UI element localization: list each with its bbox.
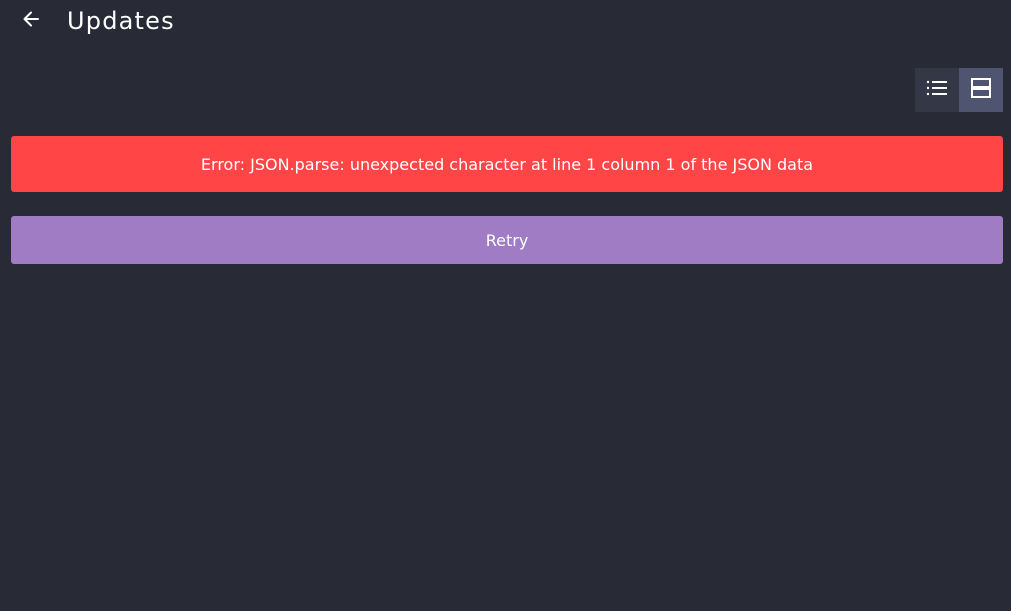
list-icon (926, 79, 948, 101)
card-view-button[interactable] (959, 68, 1003, 112)
error-message: Error: JSON.parse: unexpected character … (11, 136, 1003, 192)
list-view-button[interactable] (915, 68, 959, 112)
arrow-left-icon (21, 9, 41, 33)
card-view-icon (970, 77, 992, 103)
page-title: Updates (67, 7, 175, 35)
view-mode-toggle (915, 68, 1003, 112)
retry-button[interactable]: Retry (11, 216, 1003, 264)
updates-screen: Updates Error: JSON.parse: unexpected ch… (0, 0, 1011, 611)
back-button[interactable] (16, 6, 46, 36)
app-header: Updates (0, 0, 1011, 44)
